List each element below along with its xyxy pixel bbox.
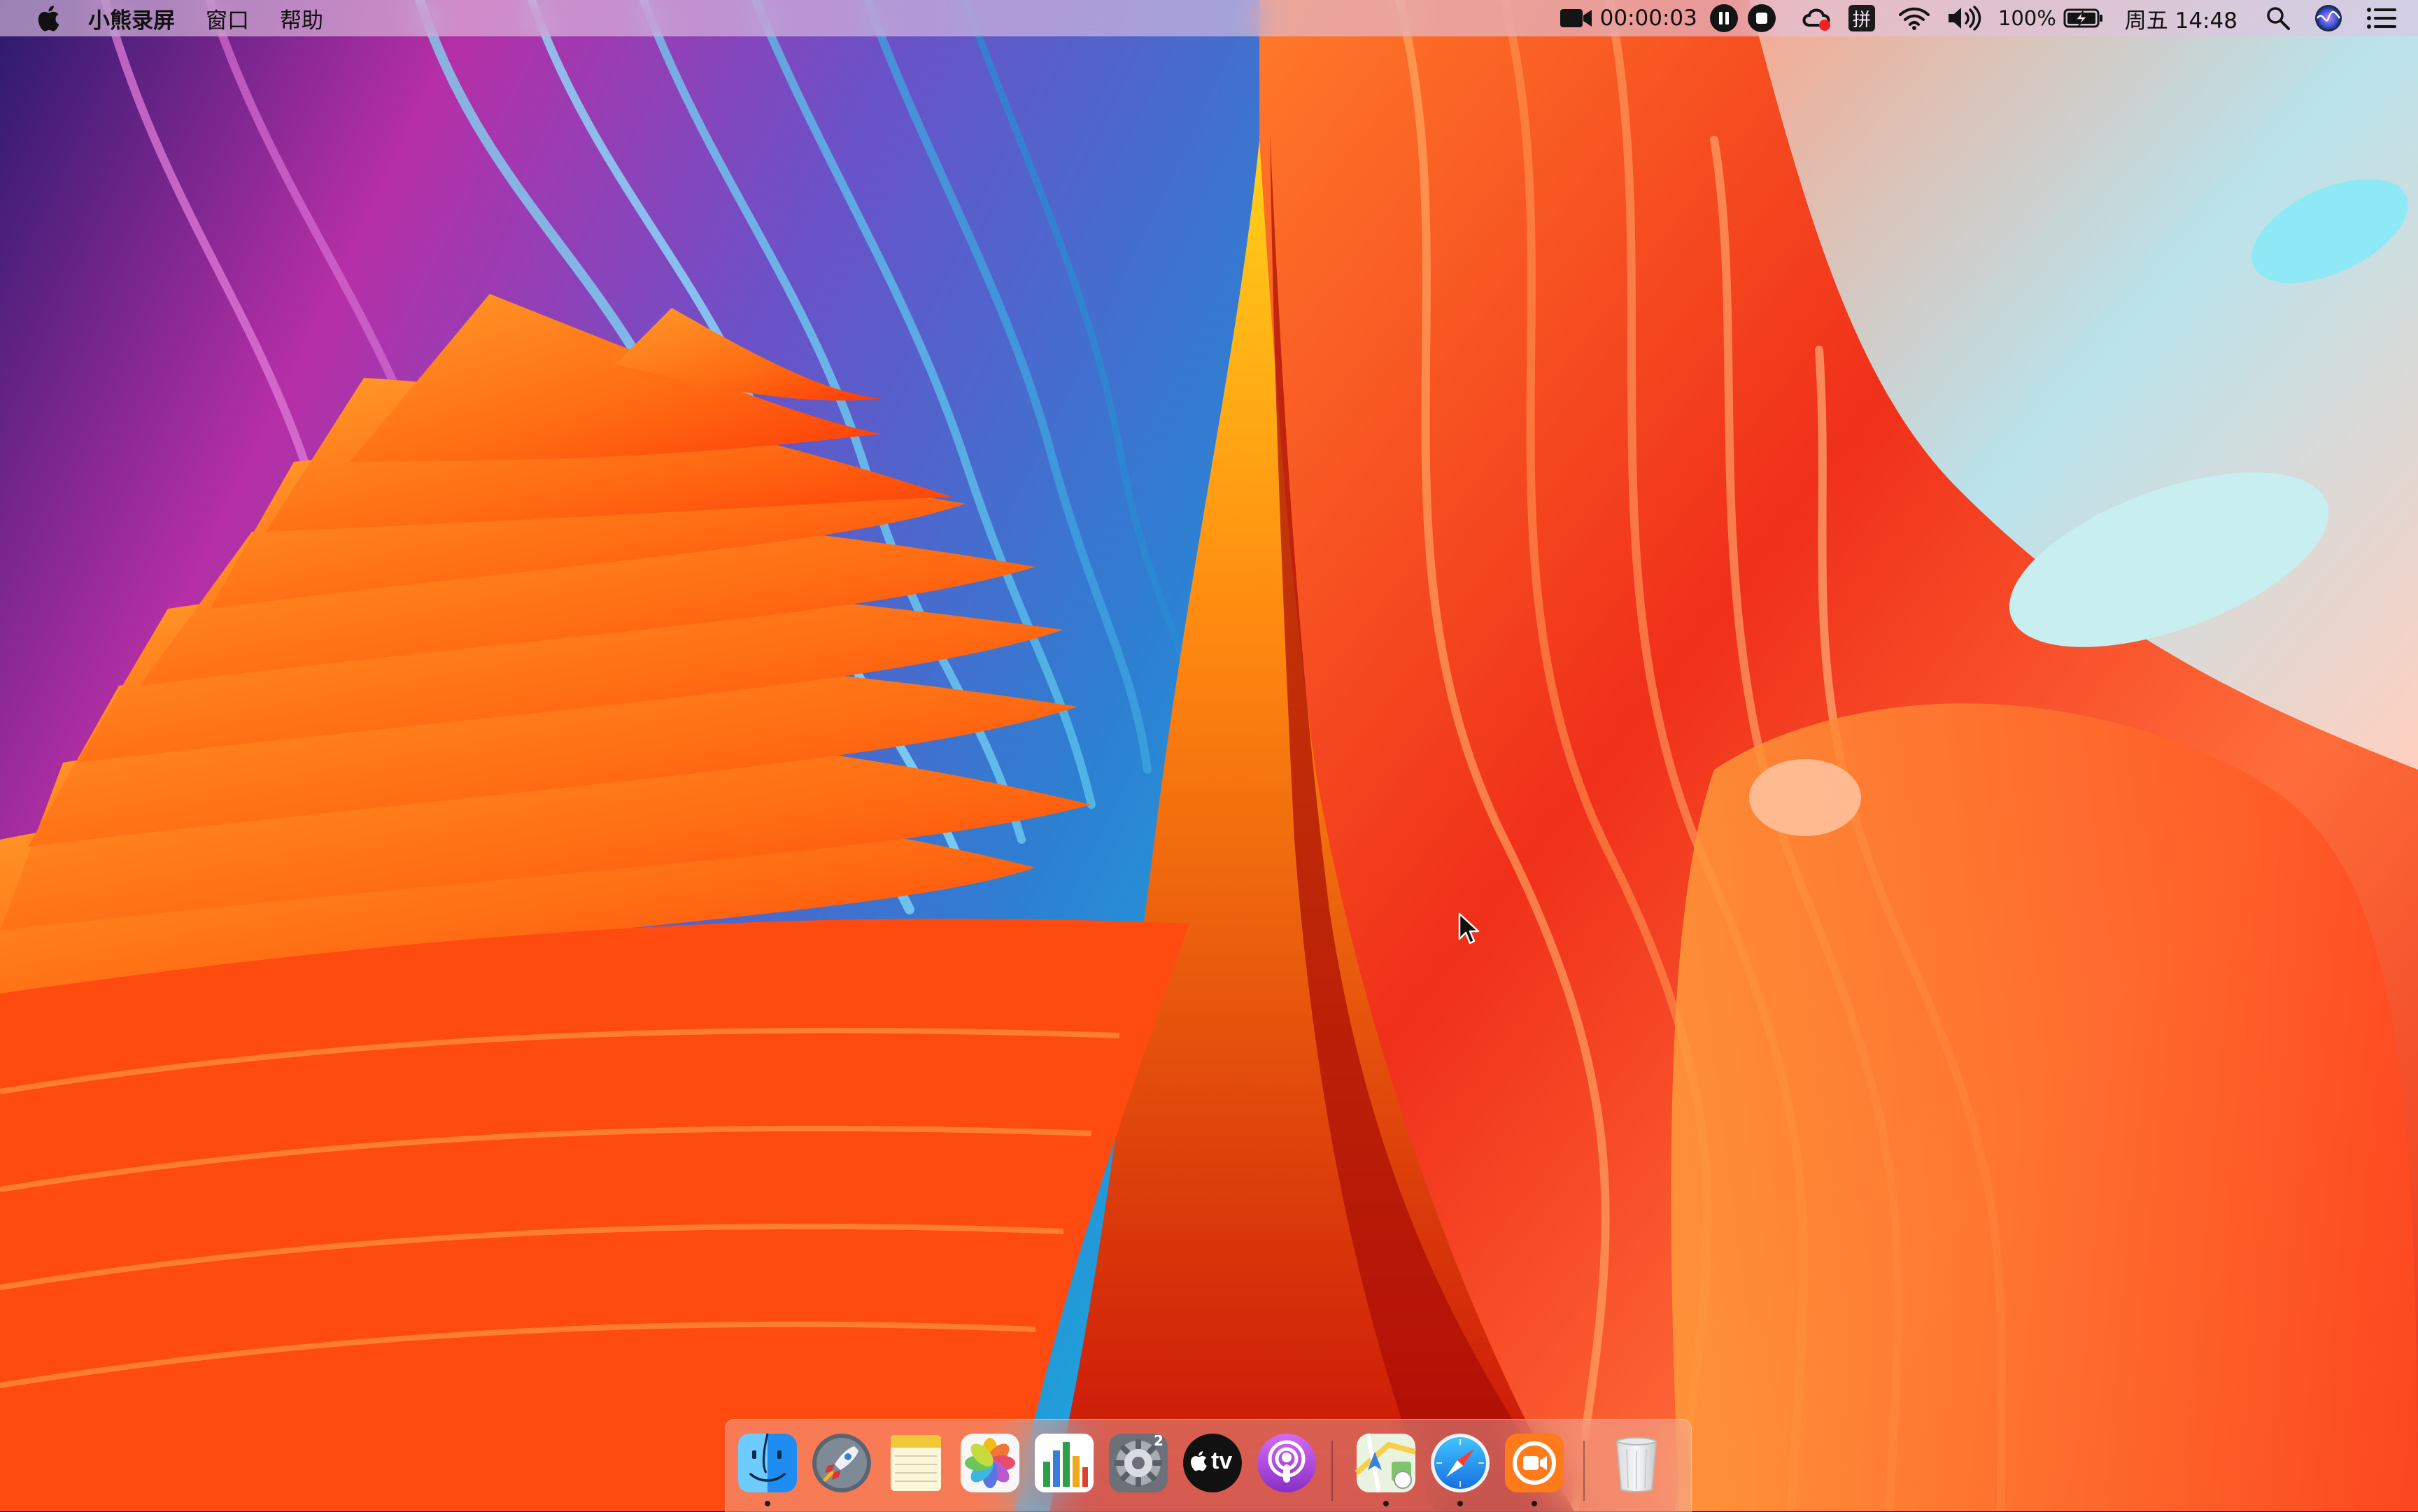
menu-clock[interactable]: 周五 14:48: [2125, 3, 2237, 34]
creative-cloud-icon[interactable]: [1800, 4, 1834, 32]
mouse-pointer-icon: [1458, 912, 1480, 945]
running-indicator: [765, 1501, 770, 1506]
recording-status[interactable]: 00:00:03: [1560, 6, 1697, 31]
desktop-wallpaper: [0, 0, 2418, 1511]
menu-help[interactable]: 帮助: [280, 3, 323, 34]
dock-item-photos[interactable]: [958, 1431, 1022, 1508]
dock-item-finder[interactable]: [735, 1431, 800, 1508]
running-indicator: [1457, 1501, 1463, 1506]
podcasts-icon: [1257, 1434, 1316, 1492]
recording-timer: 00:00:03: [1599, 6, 1697, 31]
apple-logo-icon[interactable]: [35, 4, 62, 32]
wifi-icon[interactable]: [1897, 6, 1931, 31]
notes-icon: [891, 1435, 941, 1491]
safari-icon: [1431, 1434, 1490, 1492]
dock-separator: [1331, 1441, 1333, 1501]
stop-icon[interactable]: [1747, 4, 1776, 32]
dock-item-apple-tv[interactable]: tv: [1180, 1431, 1245, 1508]
pause-icon[interactable]: [1709, 4, 1738, 32]
dock-item-notes[interactable]: [884, 1431, 948, 1508]
dock-item-podcasts[interactable]: [1254, 1431, 1319, 1508]
screen-recorder-icon: [1505, 1434, 1564, 1492]
menu-app-name[interactable]: 小熊录屏: [88, 3, 175, 34]
dock-item-safari[interactable]: [1428, 1431, 1492, 1508]
notification-badge: 2: [1154, 1432, 1164, 1449]
siri-icon[interactable]: [2314, 4, 2342, 32]
apple-tv-label: tv: [1211, 1448, 1233, 1474]
volume-icon[interactable]: [1946, 6, 1983, 31]
notification-center-icon[interactable]: [2366, 6, 2397, 30]
dock: 2 tv: [725, 1419, 1692, 1512]
trash-icon: [1615, 1437, 1657, 1492]
dock-item-screen-recorder[interactable]: [1502, 1431, 1567, 1508]
finder-icon: [738, 1433, 797, 1492]
video-camera-icon: [1560, 9, 1592, 27]
input-method-icon[interactable]: 拼: [1848, 5, 1875, 31]
launchpad-icon: [812, 1434, 871, 1492]
menu-bar: 小熊录屏 窗口 帮助 00:00:03 拼 100% 周五 14:48: [0, 0, 2418, 36]
running-indicator: [1383, 1501, 1389, 1506]
battery-percentage: 100%: [1998, 6, 2056, 30]
running-indicator: [1532, 1501, 1537, 1506]
dock-item-trash[interactable]: [1604, 1431, 1669, 1508]
menu-window[interactable]: 窗口: [206, 3, 249, 34]
photos-icon: [961, 1434, 1019, 1492]
maps-icon: [1355, 1433, 1417, 1493]
dock-item-maps[interactable]: [1354, 1431, 1418, 1508]
dock-separator: [1583, 1441, 1585, 1501]
spotlight-search-icon[interactable]: [2265, 6, 2291, 31]
dock-item-launchpad[interactable]: [809, 1431, 874, 1508]
numbers-icon: [1035, 1434, 1094, 1492]
battery-charging-icon[interactable]: [2063, 8, 2104, 29]
dock-item-system-preferences[interactable]: 2: [1106, 1431, 1171, 1508]
dock-item-numbers[interactable]: [1032, 1431, 1096, 1508]
